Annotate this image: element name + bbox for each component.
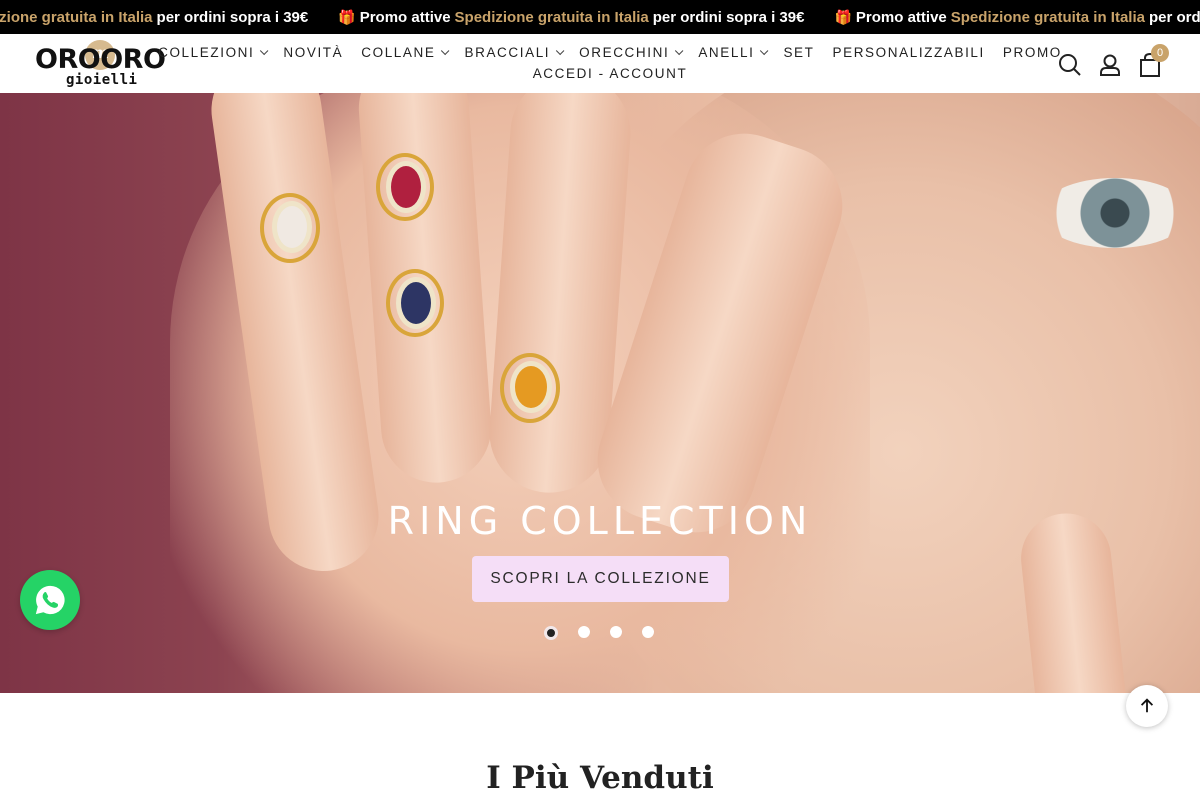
announcement-bar: izione gratuita in Italia per ordini sop…	[0, 0, 1200, 34]
slider-dot[interactable]	[610, 626, 622, 638]
hero-image-gem	[272, 201, 312, 253]
logo[interactable]: m OROORO gioielli	[35, 40, 167, 90]
nav-item-set[interactable]: SET	[783, 45, 814, 60]
logo-subtitle: gioielli	[66, 72, 138, 88]
hero-image-gem	[386, 161, 426, 213]
nav-item-orecchini[interactable]: ORECCHINI	[579, 45, 684, 60]
nav-item-novita[interactable]: NOVITÀ	[283, 45, 343, 60]
nav-row-primary: COLLEZIONI NOVITÀ COLLANE BRACCIALI OREC…	[158, 42, 1060, 63]
nav-item-label: ORECCHINI	[579, 45, 670, 60]
slider-dot[interactable]	[578, 626, 590, 638]
chevron-down-icon	[675, 46, 684, 55]
nav-item-anelli[interactable]: ANELLI	[698, 45, 769, 60]
user-icon[interactable]	[1097, 52, 1123, 78]
announcement-tail: per ordini sopra i 39€	[652, 8, 805, 26]
gift-icon: 🎁	[834, 8, 852, 25]
scroll-to-top-button[interactable]	[1126, 685, 1168, 727]
announcement-tail: per ordini sopra	[1148, 8, 1200, 26]
section-title-best-sellers: I Più Venduti	[486, 760, 714, 796]
announcement-item: 🎁 Promo attive Spedizione gratuita in It…	[834, 9, 1200, 26]
gift-icon: 🎁	[338, 8, 356, 25]
arrow-up-icon	[1140, 698, 1154, 713]
announcement-lead: Promo attive	[359, 8, 451, 26]
announcement-tail: per ordini sopra i 39€	[156, 8, 309, 26]
hero-title: RING COLLECTION	[387, 499, 813, 543]
chevron-down-icon	[556, 46, 565, 55]
chevron-down-icon	[260, 46, 269, 55]
search-icon[interactable]	[1057, 52, 1083, 78]
slider-dots	[544, 626, 674, 640]
nav-item-label: COLLEZIONI	[158, 45, 255, 60]
hero-slider[interactable]: RING COLLECTION SCOPRI LA COLLEZIONE	[0, 93, 1200, 693]
discover-collection-button[interactable]: SCOPRI LA COLLEZIONE	[472, 556, 729, 602]
hero-image-gem	[510, 361, 552, 413]
whatsapp-button[interactable]	[20, 570, 80, 630]
chevron-down-icon	[760, 46, 769, 55]
main-nav: COLLEZIONI NOVITÀ COLLANE BRACCIALI OREC…	[158, 42, 1060, 84]
nav-item-label: PROMO	[1002, 45, 1062, 60]
nav-item-label: COLLANE	[361, 45, 436, 60]
logo-wordmark: OROORO	[35, 44, 166, 75]
nav-item-label: PERSONALIZZABILI	[832, 45, 985, 60]
nav-item-label: BRACCIALI	[464, 45, 551, 60]
site-header: m OROORO gioielli COLLEZIONI NOVITÀ COLL…	[0, 34, 1200, 93]
nav-item-personalizzabili[interactable]: PERSONALIZZABILI	[833, 45, 985, 60]
nav-item-label: ACCEDI - ACCOUNT	[532, 66, 688, 81]
announcement-track: izione gratuita in Italia per ordini sop…	[0, 0, 1200, 34]
slider-dot[interactable]	[544, 626, 558, 640]
nav-item-promo[interactable]: PROMO	[1003, 45, 1062, 60]
nav-item-collane[interactable]: COLLANE	[361, 45, 450, 60]
announcement-item: izione gratuita in Italia per ordini sop…	[0, 9, 308, 26]
nav-item-label: ANELLI	[698, 45, 755, 60]
nav-item-bracciali[interactable]: BRACCIALI	[464, 45, 565, 60]
hero-image-eye	[1040, 178, 1190, 248]
nav-item-collezioni[interactable]: COLLEZIONI	[158, 45, 269, 60]
whatsapp-icon	[35, 585, 65, 615]
announcement-highlight: Spedizione gratuita in Italia	[454, 8, 649, 26]
nav-item-label: NOVITÀ	[283, 45, 344, 60]
slider-dot[interactable]	[642, 626, 654, 638]
announcement-lead: Promo attive	[855, 8, 947, 26]
hero-image-gem	[396, 277, 436, 329]
announcement-highlight: Spedizione gratuita in Italia	[950, 8, 1145, 26]
nav-item-label: SET	[783, 45, 815, 60]
chevron-down-icon	[441, 46, 450, 55]
nav-row-secondary: ACCEDI - ACCOUNT	[165, 63, 1055, 84]
announcement-highlight: izione gratuita in Italia	[0, 8, 153, 26]
cart-count-badge: 0	[1151, 44, 1169, 62]
announcement-item: 🎁 Promo attive Spedizione gratuita in It…	[338, 9, 804, 26]
nav-item-account[interactable]: ACCEDI - ACCOUNT	[533, 66, 688, 81]
